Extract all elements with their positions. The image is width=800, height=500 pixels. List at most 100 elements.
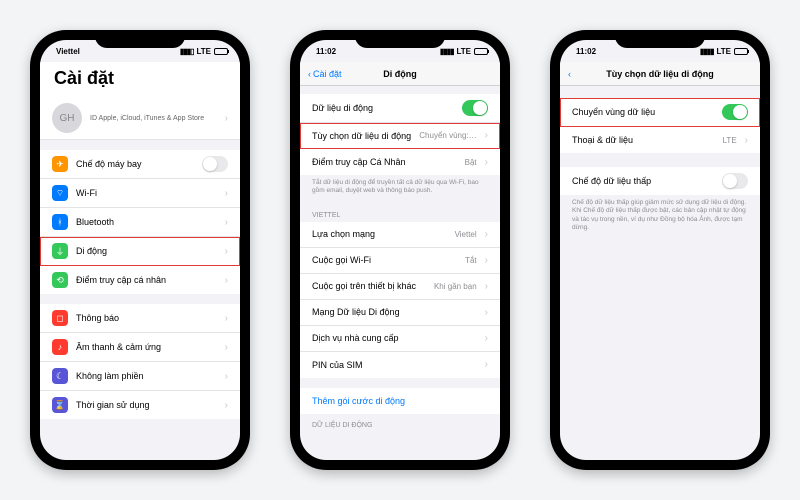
battery-icon bbox=[214, 48, 228, 55]
notch bbox=[355, 30, 445, 48]
group-carrier: Lựa chọn mạng Viettel › Cuộc gọi Wi-Fi T… bbox=[300, 222, 500, 378]
network-label: LTE bbox=[716, 47, 731, 56]
settings-group-system: ◻ Thông báo › ♪ Âm thanh & cảm ứng › ☾ K… bbox=[40, 304, 240, 419]
row-network-selection[interactable]: Lựa chọn mạng Viettel › bbox=[300, 222, 500, 248]
page-title: Di động bbox=[383, 69, 417, 79]
back-label: Cài đặt bbox=[313, 69, 342, 79]
row-low-data-mode[interactable]: Chế độ dữ liệu thấp bbox=[560, 167, 760, 195]
signal-icon: ▮▮▮▮ bbox=[440, 47, 454, 56]
airplane-toggle[interactable] bbox=[202, 156, 228, 172]
apple-id-row[interactable]: GH ID Apple, iCloud, iTunes & App Store … bbox=[40, 97, 240, 140]
chevron-right-icon: › bbox=[225, 342, 228, 353]
chevron-right-icon: › bbox=[485, 130, 488, 141]
battery-icon bbox=[474, 48, 488, 55]
low-data-toggle[interactable] bbox=[722, 173, 748, 189]
chevron-left-icon: ‹ bbox=[308, 69, 311, 79]
battery-icon bbox=[734, 48, 748, 55]
chevron-right-icon: › bbox=[485, 359, 488, 370]
section-header-carrier: VIETTEL bbox=[300, 204, 500, 222]
row-label: Điểm truy cập Cá Nhân bbox=[312, 157, 457, 167]
row-value: Bật bbox=[465, 158, 477, 167]
chevron-right-icon: › bbox=[225, 313, 228, 324]
back-button[interactable]: ‹ Cài đặt bbox=[308, 69, 342, 79]
row-hotspot[interactable]: ⟲ Điểm truy cập cá nhân › bbox=[40, 266, 240, 294]
row-label: Thoại & dữ liệu bbox=[572, 135, 715, 145]
row-label: Không làm phiền bbox=[76, 371, 217, 381]
row-label: Mạng Dữ liệu Di động bbox=[312, 307, 477, 317]
notch bbox=[95, 30, 185, 48]
row-label: Chế độ dữ liệu thấp bbox=[572, 176, 714, 186]
signal-icon: ▮▮▮▯ bbox=[180, 47, 194, 56]
group-low-data: Chế độ dữ liệu thấp bbox=[560, 167, 760, 195]
row-cellular-data[interactable]: Dữ liệu di động bbox=[300, 94, 500, 123]
phone-mock-cellular: 11:02 ▮▮▮▮ LTE ‹ Cài đặt Di động Dữ liệu… bbox=[290, 30, 510, 470]
apple-id-sub: ID Apple, iCloud, iTunes & App Store bbox=[90, 115, 217, 122]
chevron-right-icon: › bbox=[485, 229, 488, 240]
row-hotspot[interactable]: Điểm truy cập Cá Nhân Bật › bbox=[300, 149, 500, 175]
chevron-right-icon: › bbox=[225, 400, 228, 411]
airplane-icon: ✈ bbox=[52, 156, 68, 172]
dnd-icon: ☾ bbox=[52, 368, 68, 384]
row-notifications[interactable]: ◻ Thông báo › bbox=[40, 304, 240, 333]
chevron-right-icon: › bbox=[485, 255, 488, 266]
chevron-right-icon: › bbox=[485, 157, 488, 168]
row-screentime[interactable]: ⌛ Thời gian sử dụng › bbox=[40, 391, 240, 419]
row-voice-data[interactable]: Thoại & dữ liệu LTE › bbox=[560, 127, 760, 153]
row-label: Wi-Fi bbox=[76, 188, 217, 198]
row-cellular[interactable]: ⏚ Di động › bbox=[40, 237, 240, 266]
row-label: Cuộc gọi trên thiết bị khác bbox=[312, 281, 426, 291]
nav-header: ‹ Tùy chọn dữ liệu di động bbox=[560, 62, 760, 86]
row-label: Chuyển vùng dữ liệu bbox=[572, 107, 714, 117]
row-value: Tắt bbox=[465, 256, 477, 265]
row-value: Viettel bbox=[455, 230, 477, 239]
row-data-roaming[interactable]: Chuyển vùng dữ liệu bbox=[560, 98, 760, 127]
row-label: Điểm truy cập cá nhân bbox=[76, 275, 217, 285]
chevron-left-icon: ‹ bbox=[568, 69, 571, 79]
chevron-right-icon: › bbox=[225, 113, 228, 124]
row-label: Di động bbox=[76, 246, 217, 256]
row-sim-pin[interactable]: PIN của SIM › bbox=[300, 352, 500, 378]
notifications-icon: ◻ bbox=[52, 310, 68, 326]
row-cellular-network[interactable]: Mạng Dữ liệu Di động › bbox=[300, 300, 500, 326]
cellular-data-toggle[interactable] bbox=[462, 100, 488, 116]
row-carrier-services[interactable]: Dịch vụ nhà cung cấp › bbox=[300, 326, 500, 352]
section-header-data: DỮ LIỆU DI ĐỘNG bbox=[300, 414, 500, 432]
footer-note: Tắt dữ liệu di động để truyền tất cả dữ … bbox=[300, 175, 500, 204]
nav-header: ‹ Cài đặt Di động bbox=[300, 62, 500, 86]
row-calls-other-devices[interactable]: Cuộc gọi trên thiết bị khác Khi gần bạn … bbox=[300, 274, 500, 300]
back-button[interactable]: ‹ bbox=[568, 69, 571, 79]
row-dnd[interactable]: ☾ Không làm phiền › bbox=[40, 362, 240, 391]
row-add-plan[interactable]: Thêm gói cước di động bbox=[300, 388, 500, 414]
row-airplane[interactable]: ✈ Chế độ máy bay bbox=[40, 150, 240, 179]
cellular-icon: ⏚ bbox=[52, 243, 68, 259]
phone-mock-settings: Viettel ▮▮▮▯ LTE Cài đặt GH ID Apple, iC… bbox=[30, 30, 250, 470]
chevron-right-icon: › bbox=[485, 307, 488, 318]
chevron-right-icon: › bbox=[225, 246, 228, 257]
row-label: Bluetooth bbox=[76, 217, 217, 227]
chevron-right-icon: › bbox=[485, 333, 488, 344]
row-bluetooth[interactable]: ᚼ Bluetooth › bbox=[40, 208, 240, 237]
row-label: Âm thanh & cảm ứng bbox=[76, 342, 217, 352]
page-title: Cài đặt bbox=[54, 68, 226, 89]
chevron-right-icon: › bbox=[225, 275, 228, 286]
row-label: Thêm gói cước di động bbox=[312, 396, 488, 406]
group-add-plan: Thêm gói cước di động bbox=[300, 388, 500, 414]
roaming-toggle[interactable] bbox=[722, 104, 748, 120]
row-label: Dữ liệu di động bbox=[312, 103, 454, 113]
chevron-right-icon: › bbox=[745, 135, 748, 146]
time-label: 11:02 bbox=[576, 47, 596, 56]
sounds-icon: ♪ bbox=[52, 339, 68, 355]
carrier-label: Viettel bbox=[56, 47, 80, 56]
signal-icon: ▮▮▮▮ bbox=[700, 47, 714, 56]
row-label: Lựa chọn mạng bbox=[312, 229, 447, 239]
bluetooth-icon: ᚼ bbox=[52, 214, 68, 230]
row-sounds[interactable]: ♪ Âm thanh & cảm ứng › bbox=[40, 333, 240, 362]
phone-mock-data-options: 11:02 ▮▮▮▮ LTE ‹ Tùy chọn dữ liệu di độn… bbox=[550, 30, 770, 470]
row-wifi[interactable]: ⌔ Wi-Fi › bbox=[40, 179, 240, 208]
row-wifi-calling[interactable]: Cuộc gọi Wi-Fi Tắt › bbox=[300, 248, 500, 274]
notch bbox=[615, 30, 705, 48]
row-data-options[interactable]: Tùy chọn dữ liệu di động Chuyển vùng:… › bbox=[300, 123, 500, 149]
row-label: Thời gian sử dụng bbox=[76, 400, 217, 410]
network-label: LTE bbox=[456, 47, 471, 56]
network-label: LTE bbox=[196, 47, 211, 56]
